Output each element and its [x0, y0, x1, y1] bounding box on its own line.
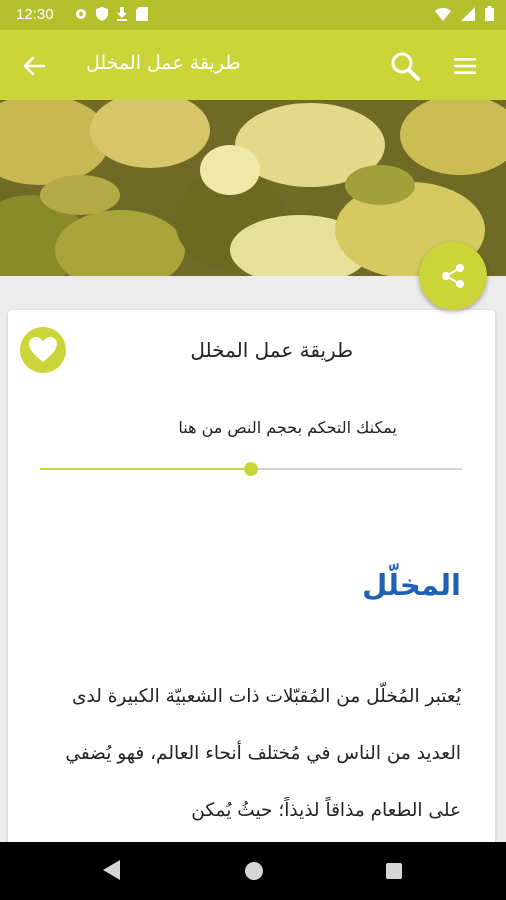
status-left-icons [74, 7, 148, 21]
battery-icon [485, 6, 494, 21]
status-right-icons [435, 6, 494, 21]
nav-recents-button[interactable] [386, 863, 402, 879]
share-button[interactable] [419, 242, 487, 310]
back-arrow-icon [23, 56, 45, 76]
menu-button[interactable] [448, 50, 482, 82]
nav-home-button[interactable] [245, 862, 263, 880]
shield-icon [96, 7, 108, 21]
back-button[interactable] [18, 50, 50, 82]
app-bar: طريقة عمل المخلل [0, 30, 506, 100]
card-title: طريقة عمل المخلل [190, 338, 353, 362]
share-icon [442, 264, 464, 288]
wifi-icon [435, 7, 451, 21]
nav-back-icon[interactable] [101, 859, 121, 881]
search-icon [391, 52, 420, 81]
text-size-hint: يمكنك التحكم بحجم النص من هنا [178, 418, 397, 437]
system-nav-bar [0, 842, 506, 900]
status-bar: 12:30 [0, 0, 506, 30]
download-icon [117, 7, 127, 21]
sd-card-icon [136, 7, 148, 21]
favorite-button[interactable] [20, 327, 66, 373]
app-bar-title: طريقة عمل المخلل [86, 52, 241, 74]
article-heading: المخلّل [362, 568, 461, 602]
article-body: يُعتبر المُخلّل من المُقبّلات ذات الشعبي… [65, 686, 461, 821]
status-time: 12:30 [16, 6, 54, 23]
text-size-slider-thumb[interactable] [244, 462, 258, 476]
settings-gear-icon [76, 9, 86, 19]
article-card: طريقة عمل المخلل يمكنك التحكم بحجم النص … [8, 310, 495, 870]
search-button[interactable] [386, 48, 424, 84]
text-size-slider-fill [40, 468, 251, 470]
heart-icon [29, 337, 57, 362]
signal-icon [461, 6, 475, 21]
menu-icon [454, 58, 476, 74]
text-size-slider[interactable] [40, 462, 462, 476]
